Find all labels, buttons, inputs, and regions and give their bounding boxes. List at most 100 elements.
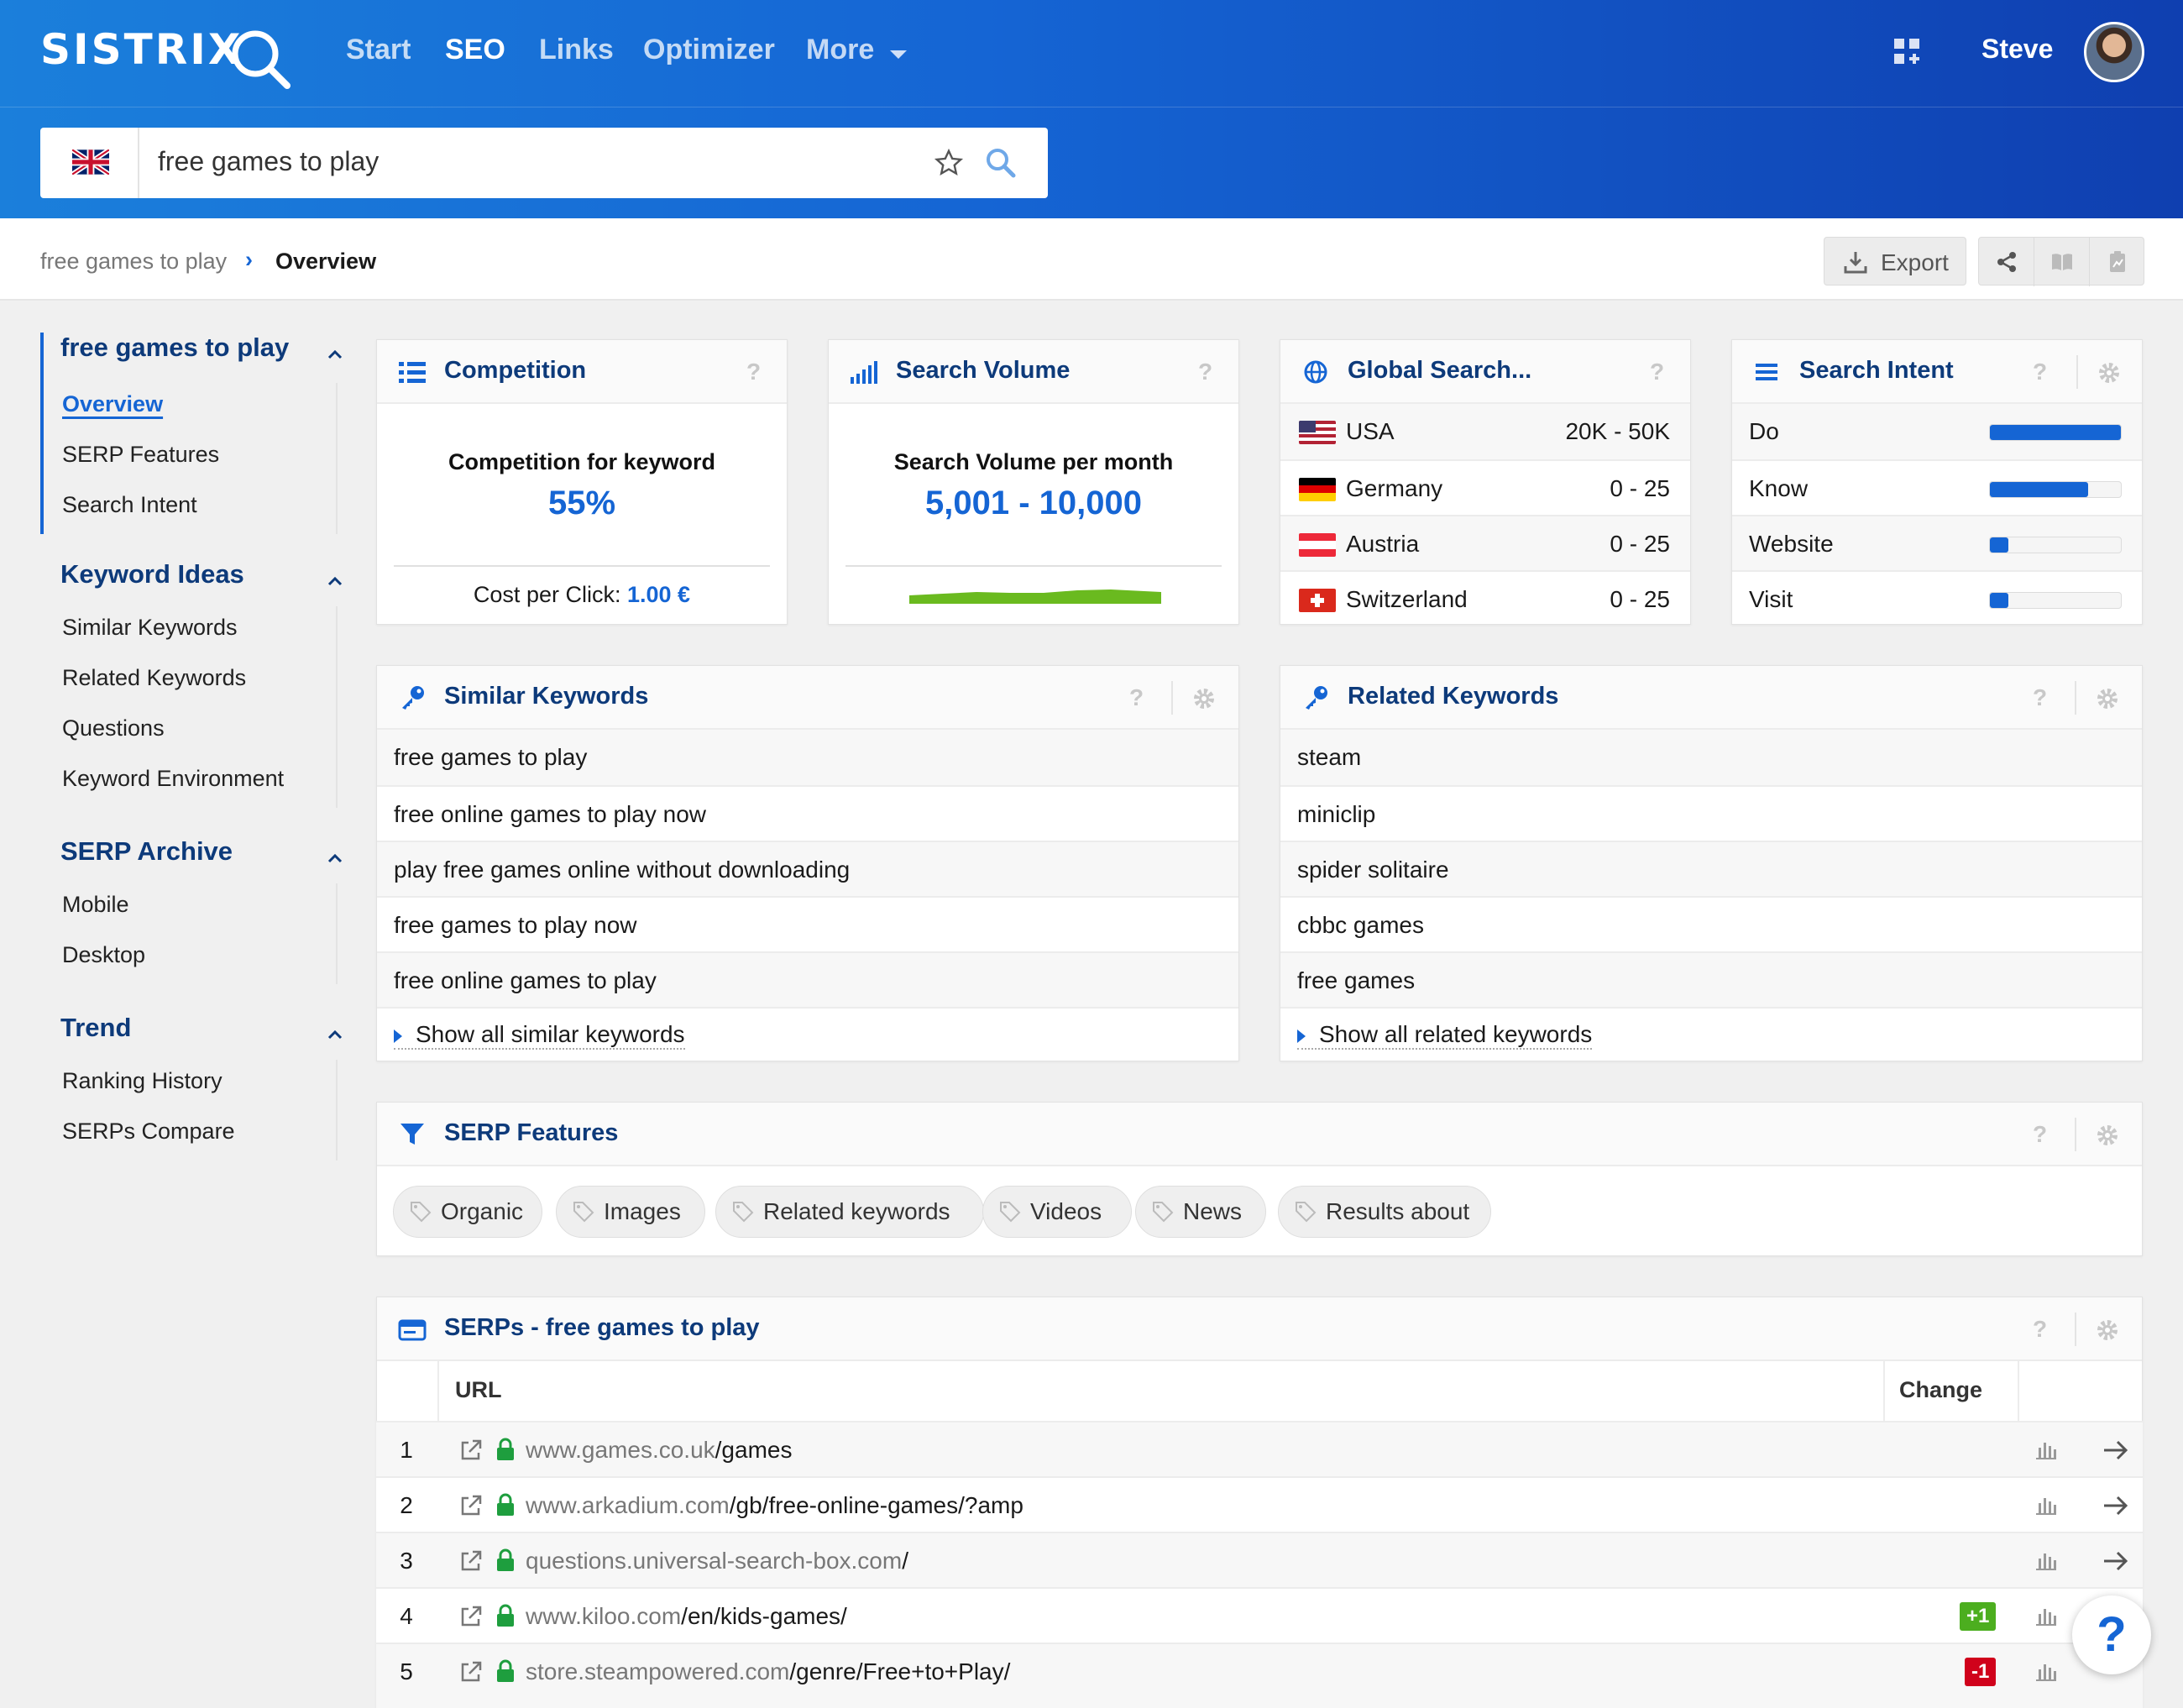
similar-keyword-item[interactable]: free online games to play: [377, 951, 1238, 1007]
column-header-change[interactable]: Change: [1899, 1377, 1982, 1403]
user-name[interactable]: Steve: [1981, 34, 2053, 65]
related-keyword-item[interactable]: cbbc games: [1280, 896, 2142, 951]
help-fab-button[interactable]: ?: [2072, 1595, 2151, 1674]
bar-chart-icon[interactable]: [2034, 1438, 2059, 1461]
tutorial-button[interactable]: [2034, 238, 2090, 286]
star-icon[interactable]: [934, 148, 964, 178]
arrow-right-icon[interactable]: [2102, 1550, 2129, 1572]
user-avatar[interactable]: [2084, 22, 2144, 82]
country-selector[interactable]: [40, 128, 139, 198]
help-icon[interactable]: ?: [1650, 359, 1664, 385]
sidebar-item-desktop[interactable]: Desktop: [62, 942, 145, 968]
external-link-icon[interactable]: [458, 1604, 484, 1629]
sidebar-heading-keyword-ideas[interactable]: Keyword Ideas: [60, 559, 244, 589]
sidebar-item-related-keywords[interactable]: Related Keywords: [62, 665, 246, 691]
gear-icon[interactable]: [2095, 1318, 2120, 1343]
sidebar-heading-keyword[interactable]: free games to play: [60, 333, 289, 363]
related-keyword-item[interactable]: spider solitaire: [1280, 841, 2142, 896]
serp-feature-tag[interactable]: News: [1135, 1186, 1266, 1238]
sistrix-logo[interactable]: SISTRIX: [40, 25, 243, 74]
keyword-text[interactable]: spider solitaire: [1297, 857, 1449, 883]
chevron-down-icon[interactable]: [890, 49, 907, 60]
breadcrumb-keyword[interactable]: free games to play: [40, 249, 227, 275]
keyword-text[interactable]: free games: [1297, 967, 1415, 994]
nav-optimizer[interactable]: Optimizer: [643, 34, 775, 66]
keyword-text[interactable]: steam: [1297, 744, 1361, 771]
nav-more[interactable]: More: [806, 34, 874, 66]
serp-feature-tag[interactable]: Results about: [1278, 1186, 1491, 1238]
search-input[interactable]: free games to play: [158, 146, 379, 177]
help-icon[interactable]: ?: [2033, 1121, 2047, 1148]
share-button[interactable]: [1979, 238, 2034, 286]
keyword-text[interactable]: free online games to play now: [394, 801, 706, 828]
nav-seo[interactable]: SEO: [445, 34, 505, 66]
related-keyword-item[interactable]: free games: [1280, 951, 2142, 1007]
similar-keyword-item[interactable]: free games to play: [377, 730, 1238, 785]
help-icon[interactable]: ?: [2033, 359, 2047, 385]
similar-keyword-item[interactable]: play free games online without downloadi…: [377, 841, 1238, 896]
external-link-icon[interactable]: [458, 1493, 484, 1518]
column-header-url[interactable]: URL: [455, 1377, 502, 1403]
help-icon[interactable]: ?: [2033, 1316, 2047, 1343]
sidebar-item-overview[interactable]: Overview: [62, 391, 163, 417]
sidebar-item-mobile[interactable]: Mobile: [62, 892, 129, 918]
chevron-up-icon[interactable]: [327, 349, 343, 359]
sidebar-item-search-intent[interactable]: Search Intent: [62, 492, 197, 518]
gear-icon[interactable]: [2097, 360, 2122, 385]
result-url[interactable]: www.games.co.uk/games: [526, 1437, 792, 1464]
similar-keyword-item[interactable]: free games to play now: [377, 896, 1238, 951]
result-url[interactable]: questions.universal-search-box.com/: [526, 1548, 908, 1574]
external-link-icon[interactable]: [458, 1438, 484, 1463]
keyword-text[interactable]: free games to play now: [394, 912, 637, 939]
keyword-text[interactable]: play free games online without downloadi…: [394, 857, 850, 883]
keyword-text[interactable]: miniclip: [1297, 801, 1375, 828]
sidebar-heading-trend[interactable]: Trend: [60, 1013, 131, 1043]
help-icon[interactable]: ?: [1129, 684, 1144, 711]
chevron-up-icon[interactable]: [327, 576, 343, 586]
result-url[interactable]: www.kiloo.com/en/kids-games/: [526, 1603, 847, 1630]
sidebar-item-serps-compare[interactable]: SERPs Compare: [62, 1119, 235, 1145]
similar-keyword-item[interactable]: free online games to play now: [377, 785, 1238, 841]
gear-icon[interactable]: [1191, 686, 1217, 711]
gear-icon[interactable]: [2095, 1123, 2120, 1148]
nav-links[interactable]: Links: [539, 34, 614, 66]
nav-start[interactable]: Start: [346, 34, 411, 66]
bar-chart-icon[interactable]: [2034, 1604, 2059, 1627]
arrow-right-icon[interactable]: [2102, 1439, 2129, 1461]
search-icon[interactable]: [984, 146, 1018, 180]
serp-feature-tag[interactable]: Related keywords: [715, 1186, 984, 1238]
result-url[interactable]: store.steampowered.com/genre/Free+to+Pla…: [526, 1658, 1010, 1685]
bar-chart-icon[interactable]: [2034, 1548, 2059, 1572]
help-icon[interactable]: ?: [2033, 684, 2047, 711]
sidebar-item-ranking-history[interactable]: Ranking History: [62, 1068, 222, 1094]
show-all-related-link[interactable]: Show all related keywords: [1297, 1021, 1593, 1050]
report-button[interactable]: [2090, 238, 2145, 286]
external-link-icon[interactable]: [458, 1548, 484, 1574]
bar-chart-icon[interactable]: [2034, 1659, 2059, 1683]
sidebar-item-keyword-environment[interactable]: Keyword Environment: [62, 766, 284, 792]
keyword-text[interactable]: cbbc games: [1297, 912, 1424, 939]
arrow-right-icon[interactable]: [2102, 1495, 2129, 1517]
export-button[interactable]: Export: [1824, 237, 1966, 286]
sidebar-item-serp-features[interactable]: SERP Features: [62, 442, 219, 468]
chevron-up-icon[interactable]: [327, 853, 343, 863]
apps-grid-icon[interactable]: [1892, 37, 1921, 65]
sidebar-item-questions[interactable]: Questions: [62, 715, 165, 741]
help-icon[interactable]: ?: [1198, 359, 1212, 385]
help-icon[interactable]: ?: [746, 359, 761, 385]
related-keyword-item[interactable]: steam: [1280, 730, 2142, 785]
serp-feature-tag[interactable]: Images: [556, 1186, 705, 1238]
chevron-up-icon[interactable]: [327, 1030, 343, 1040]
keyword-text[interactable]: free games to play: [394, 744, 587, 771]
gear-icon[interactable]: [2095, 686, 2120, 711]
sidebar-heading-serp-archive[interactable]: SERP Archive: [60, 836, 233, 867]
bar-chart-icon[interactable]: [2034, 1493, 2059, 1517]
related-keyword-item[interactable]: miniclip: [1280, 785, 2142, 841]
serp-feature-tag[interactable]: Videos: [982, 1186, 1132, 1238]
serp-feature-tag[interactable]: Organic: [393, 1186, 542, 1238]
sidebar-item-similar-keywords[interactable]: Similar Keywords: [62, 615, 238, 641]
keyword-text[interactable]: free online games to play: [394, 967, 657, 994]
show-all-similar-link[interactable]: Show all similar keywords: [394, 1021, 685, 1050]
result-url[interactable]: www.arkadium.com/gb/free-online-games/?a…: [526, 1492, 1023, 1519]
external-link-icon[interactable]: [458, 1659, 484, 1684]
